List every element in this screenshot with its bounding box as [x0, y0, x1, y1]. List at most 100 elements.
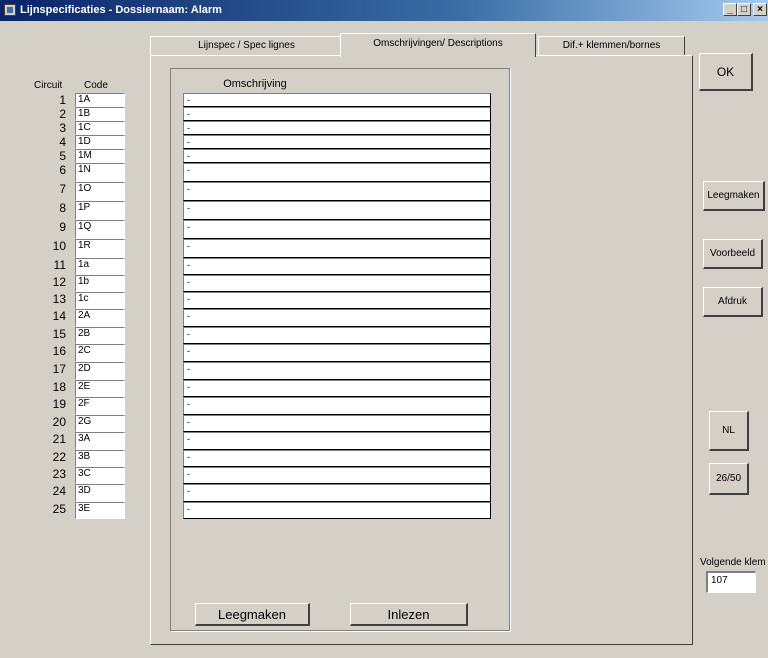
description-field[interactable]: - [183, 502, 491, 519]
circuit-code-field[interactable]: 1N [75, 163, 125, 182]
language-button[interactable]: NL [709, 411, 749, 451]
circuit-code-field[interactable]: 1a [75, 258, 125, 275]
description-list: ------------------------- [183, 93, 491, 519]
description-field[interactable]: - [183, 149, 491, 163]
close-button[interactable]: × [753, 3, 767, 16]
description-field[interactable]: - [183, 107, 491, 121]
minimize-button[interactable]: _ [723, 3, 737, 16]
circuit-row: 19 2F [38, 397, 128, 415]
window-title: Lijnspecificaties - Dossiernaam: Alarm [20, 4, 222, 16]
description-field[interactable]: - [183, 344, 491, 362]
description-field[interactable]: - [183, 275, 491, 292]
description-field[interactable]: - [183, 182, 491, 201]
circuit-number: 24 [52, 484, 66, 498]
tab-omschrijvingen[interactable]: Omschrijvingen/ Descriptions [340, 33, 536, 57]
circuit-row: 10 1R [38, 239, 128, 258]
frequency-button[interactable]: 26/50 [709, 463, 749, 495]
circuit-number: 23 [52, 467, 66, 481]
description-field[interactable]: - [183, 121, 491, 135]
description-field[interactable]: - [183, 93, 491, 107]
circuit-row: 25 3E [38, 502, 128, 519]
circuit-code-field[interactable]: 3E [75, 502, 125, 519]
circuit-code-field[interactable]: 1Q [75, 220, 125, 239]
circuit-code-field[interactable]: 2A [75, 309, 125, 327]
circuit-number: 19 [52, 397, 66, 411]
circuit-number: 17 [52, 362, 66, 376]
clear-descriptions-button[interactable]: Leegmaken [195, 603, 310, 626]
circuit-row: 14 2A [38, 309, 128, 327]
preview-button[interactable]: Voorbeeld [703, 239, 763, 269]
clear-all-button[interactable]: Leegmaken [703, 181, 765, 211]
circuit-code-field[interactable]: 1c [75, 292, 125, 309]
circuit-code-field[interactable]: 3D [75, 484, 125, 502]
description-field[interactable]: - [183, 467, 491, 484]
circuit-code-field[interactable]: 1A [75, 93, 125, 107]
description-field[interactable]: - [183, 484, 491, 502]
circuit-code-field[interactable]: 1M [75, 149, 125, 163]
circuit-row: 16 2C [38, 344, 128, 362]
circuit-row: 3 1C [38, 121, 128, 135]
circuit-code-field[interactable]: 2D [75, 362, 125, 380]
circuit-number: 12 [52, 275, 66, 289]
circuit-row: 23 3C [38, 467, 128, 484]
circuit-code-field[interactable]: 2G [75, 415, 125, 432]
circuit-row: 1 1A [38, 93, 128, 107]
maximize-button[interactable]: □ [737, 3, 751, 16]
circuit-code-field[interactable]: 3B [75, 450, 125, 467]
circuit-number: 4 [59, 135, 66, 149]
tab-klemmen[interactable]: Dif.+ klemmen/bornes [538, 36, 685, 55]
circuit-code-field[interactable]: 1b [75, 275, 125, 292]
circuit-list: 1 1A 2 1B 3 1C 4 1D 5 1M 6 1N 7 1O 8 1P 9 1Q 10 1R 11 1a 12 1b 1… [38, 93, 128, 519]
circuit-number: 3 [59, 121, 66, 135]
description-field[interactable]: - [183, 239, 491, 258]
circuit-row: 5 1M [38, 149, 128, 163]
next-terminal-input[interactable]: 107 [706, 571, 756, 593]
circuit-row: 2 1B [38, 107, 128, 121]
circuit-number: 2 [59, 107, 66, 121]
description-field[interactable]: - [183, 397, 491, 415]
circuit-code-field[interactable]: 3C [75, 467, 125, 484]
circuit-row: 9 1Q [38, 220, 128, 239]
load-descriptions-button[interactable]: Inlezen [350, 603, 468, 626]
description-field[interactable]: - [183, 450, 491, 467]
description-field[interactable]: - [183, 415, 491, 432]
circuit-number: 18 [52, 380, 66, 394]
description-field[interactable]: - [183, 258, 491, 275]
ok-button[interactable]: OK [699, 53, 753, 91]
description-field[interactable]: - [183, 309, 491, 327]
description-field[interactable]: - [183, 292, 491, 309]
print-button[interactable]: Afdruk [703, 287, 763, 317]
tab-lijnspec[interactable]: Lijnspec / Spec lignes [150, 36, 343, 55]
circuit-row: 4 1D [38, 135, 128, 149]
circuit-code-field[interactable]: 2C [75, 344, 125, 362]
description-field[interactable]: - [183, 220, 491, 239]
circuit-number: 20 [52, 415, 66, 429]
next-terminal-label: Volgende klem [700, 557, 766, 568]
circuit-row: 15 2B [38, 327, 128, 344]
circuit-code-field[interactable]: 2F [75, 397, 125, 415]
circuit-code-field[interactable]: 1P [75, 201, 125, 220]
description-field[interactable]: - [183, 163, 491, 182]
circuit-code-field[interactable]: 1R [75, 239, 125, 258]
circuit-number: 10 [52, 239, 66, 253]
circuit-code-field[interactable]: 3A [75, 432, 125, 450]
circuit-code-field[interactable]: 2E [75, 380, 125, 397]
description-field[interactable]: - [183, 362, 491, 380]
description-field[interactable]: - [183, 201, 491, 220]
description-field[interactable]: - [183, 327, 491, 344]
circuit-row: 21 3A [38, 432, 128, 450]
circuit-row: 17 2D [38, 362, 128, 380]
circuit-code-field[interactable]: 1D [75, 135, 125, 149]
circuit-row: 12 1b [38, 275, 128, 292]
description-field[interactable]: - [183, 135, 491, 149]
circuit-code-field[interactable]: 1C [75, 121, 125, 135]
description-field[interactable]: - [183, 432, 491, 450]
circuit-code-field[interactable]: 1O [75, 182, 125, 201]
circuit-code-field[interactable]: 1B [75, 107, 125, 121]
circuit-number: 22 [52, 450, 66, 464]
description-title: Omschrijving [223, 78, 287, 90]
circuit-number: 15 [52, 327, 66, 341]
circuit-number: 25 [52, 502, 66, 516]
circuit-code-field[interactable]: 2B [75, 327, 125, 344]
description-field[interactable]: - [183, 380, 491, 397]
